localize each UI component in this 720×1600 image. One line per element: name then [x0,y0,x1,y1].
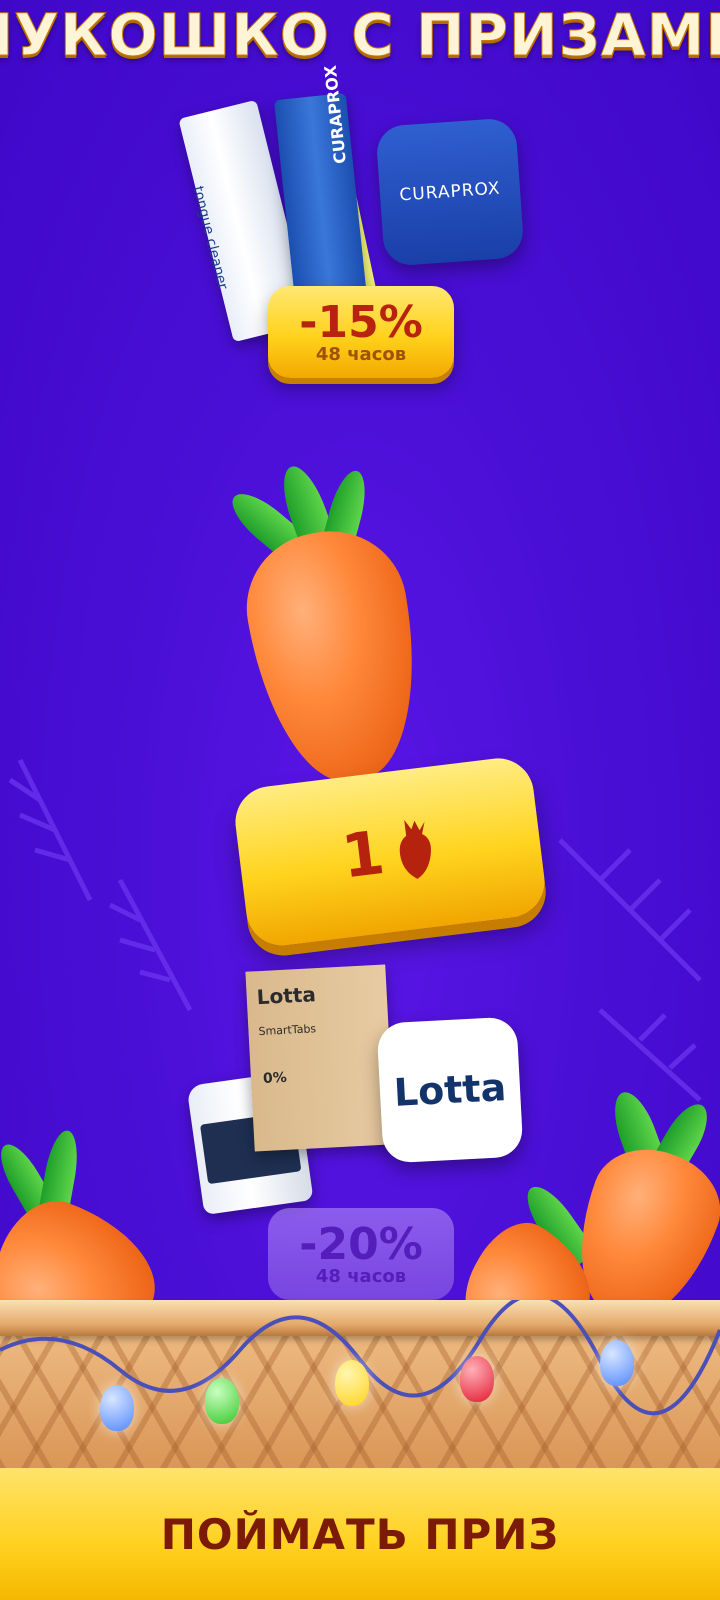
curaprox-brand-text: CURAPROX [398,178,502,206]
discount-badge: -20% 48 часов [268,1208,454,1300]
lotta-box-product: SmartTabs [258,1022,317,1039]
lotta-smarttabs-box: Lotta SmartTabs 0% [245,964,395,1152]
lotta-box-percent: 0% [262,1069,288,1087]
discount-duration: 48 часов [315,1266,407,1287]
light-bulb-icon [335,1360,369,1406]
basket-carrot-right [448,1086,720,1372]
basket-carrot-left [0,1128,175,1374]
curaprox-logo: CURAPROX [375,117,525,267]
carrot-count: 1 [338,818,389,893]
prize-curaprox[interactable]: tongue cleaner CURAPROX CURAPROX -15% 48… [178,64,530,386]
light-bulb-icon [205,1378,239,1424]
light-bulb-icon [100,1385,134,1431]
catch-prize-button-label: ПОЙМАТЬ ПРИЗ [160,1509,560,1559]
carrot-body [234,519,436,794]
lotta-box-brand: Lotta [256,982,317,1010]
discount-duration: 48 часов [315,344,407,365]
discount-value: -15% [299,297,423,348]
light-bulb-icon [600,1340,634,1386]
light-bulb-icon [460,1356,494,1402]
carrot-icon [399,820,431,879]
discount-badge: -15% 48 часов [268,286,454,378]
catch-prize-button[interactable]: ПОЙМАТЬ ПРИЗ [0,1468,720,1600]
discount-value: -20% [299,1219,423,1270]
tongue-cleaner-label: tongue cleaner [189,184,231,292]
